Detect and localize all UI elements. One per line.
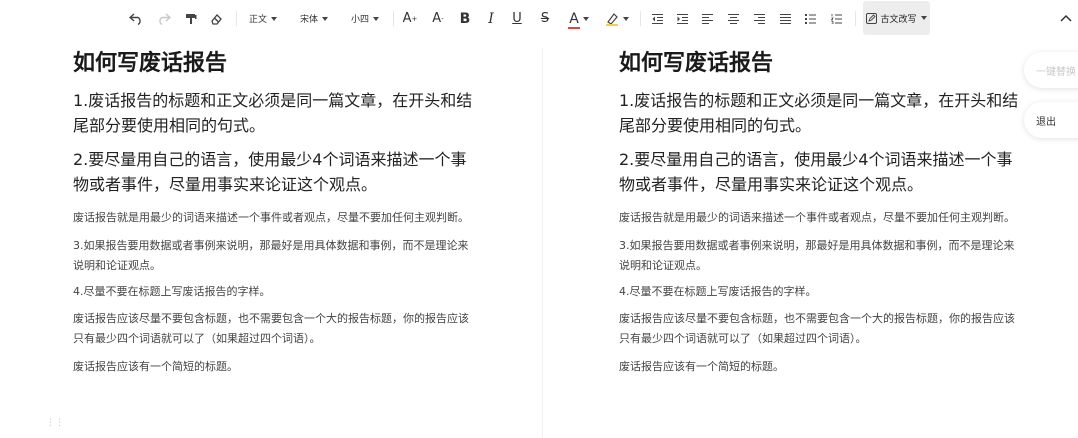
heading-point-1: 1.废话报告的标题和正文必须是同一篇文章，在开头和结尾部分要使用相同的句式。 xyxy=(73,91,473,135)
strikethrough-button[interactable]: S xyxy=(535,0,555,37)
original-document[interactable]: 如何写废话报告 1.废话报告的标题和正文必须是同一篇文章，在开头和结尾部分要使用… xyxy=(73,48,473,377)
ancient-rewrite-label: 古文改写 xyxy=(880,14,917,25)
bulleted-list-icon[interactable] xyxy=(801,0,819,37)
toolbar-separator xyxy=(640,11,641,26)
heading-point-2: 2.要尽量用自己的语言，使用最少4个词语来描述一个事物或者事件，尽量用事实来论证… xyxy=(619,150,1013,194)
font-family-select[interactable]: 宋体 xyxy=(293,0,335,37)
font-size-value: 小四 xyxy=(350,15,369,25)
font-color-button[interactable]: A xyxy=(564,0,594,37)
underline-icon: U xyxy=(512,11,522,26)
edit-document-icon xyxy=(866,12,878,24)
paragraph: 3.如果报告要用数据或者事例来说明，那最好是用具体数据和事例，而不是理论来说明和… xyxy=(619,239,1015,272)
indent-decrease-icon[interactable] xyxy=(648,0,666,37)
toolbar-separator xyxy=(855,11,856,26)
one-click-replace-button[interactable]: 一键替换 xyxy=(1024,52,1078,88)
align-left-icon[interactable] xyxy=(698,0,716,37)
bold-button[interactable]: B xyxy=(455,0,475,37)
align-right-icon[interactable] xyxy=(750,0,768,37)
paragraph: 4.尽量不要在标题上写废话报告的字样。 xyxy=(619,285,817,298)
chevron-down-icon xyxy=(623,16,629,21)
indent-increase-icon[interactable] xyxy=(673,0,691,37)
paragraph: 废话报告应该尽量不要包含标题，也不需要包含一个大的报告标题，你的报告应该只有最少… xyxy=(619,312,1015,345)
italic-button[interactable]: I xyxy=(481,0,501,37)
align-justify-icon[interactable] xyxy=(776,0,794,37)
drag-handle-icon[interactable]: ⋮⋮ xyxy=(46,418,64,428)
toolbar-separator xyxy=(393,11,394,26)
clear-format-icon[interactable] xyxy=(206,0,226,37)
redo-icon[interactable] xyxy=(154,0,174,37)
heading-point-1: 1.废话报告的标题和正文必须是同一篇文章，在开头和结尾部分要使用相同的句式。 xyxy=(619,91,1019,135)
ancient-rewrite-button[interactable]: 古文改写 xyxy=(863,1,930,35)
document-title: 如何写废话报告 xyxy=(73,51,228,76)
align-center-icon[interactable] xyxy=(724,0,742,37)
paragraph: 3.如果报告要用数据或者事例来说明，那最好是用具体数据和事例，而不是理论来说明和… xyxy=(73,239,469,272)
highlight-button[interactable] xyxy=(602,0,632,37)
decrease-font-button[interactable]: A- xyxy=(428,0,448,37)
chevron-down-icon xyxy=(373,16,379,21)
chevron-down-icon xyxy=(271,16,277,21)
strikethrough-icon: S xyxy=(540,11,550,26)
decrease-font-icon: A xyxy=(432,11,442,26)
toolbar-separator xyxy=(236,11,237,26)
paragraph: 废话报告就是用最少的词语来描述一个事件或者观点，尽量不要加任何主观判断。 xyxy=(619,211,1015,224)
numbered-list-icon[interactable] xyxy=(827,0,845,37)
paragraph: 废话报告应该尽量不要包含标题，也不需要包含一个大的报告标题，你的报告应该只有最少… xyxy=(73,312,469,345)
underline-button[interactable]: U xyxy=(507,0,527,37)
chevron-down-icon xyxy=(582,16,589,21)
one-click-replace-label: 一键替换 xyxy=(1036,66,1076,78)
font-color-swatch xyxy=(568,26,580,29)
bold-icon: B xyxy=(459,10,471,27)
chevron-down-icon xyxy=(920,16,927,20)
chevron-up-icon xyxy=(1060,14,1072,22)
increase-font-icon: A xyxy=(402,11,412,26)
editor-toolbar: 正文 宋体 小四 A + A- B I U S A 古文改写 xyxy=(0,0,1078,37)
paragraph-style-value: 正文 xyxy=(248,15,267,25)
exit-button[interactable]: 退出 xyxy=(1024,102,1078,138)
heading-point-2: 2.要尽量用自己的语言，使用最少4个词语来描述一个事物或者事件，尽量用事实来论证… xyxy=(73,150,467,194)
rewritten-document[interactable]: 如何写废话报告 1.废话报告的标题和正文必须是同一篇文章，在开头和结尾部分要使用… xyxy=(619,48,1019,377)
collapse-toolbar-button[interactable] xyxy=(1056,8,1076,28)
increase-font-button[interactable]: A + xyxy=(400,0,420,37)
font-color-icon: A xyxy=(569,10,579,27)
font-size-select[interactable]: 小四 xyxy=(344,0,386,37)
paragraph: 4.尽量不要在标题上写废话报告的字样。 xyxy=(73,285,271,298)
chevron-down-icon xyxy=(322,16,328,21)
paragraph: 废话报告应该有一个简短的标题。 xyxy=(73,360,238,373)
highlighter-icon xyxy=(606,12,618,26)
format-painter-icon[interactable] xyxy=(181,0,201,37)
font-family-value: 宋体 xyxy=(299,15,318,25)
paragraph: 废话报告就是用最少的词语来描述一个事件或者观点，尽量不要加任何主观判断。 xyxy=(73,211,469,224)
exit-label: 退出 xyxy=(1036,116,1056,128)
paragraph: 废话报告应该有一个简短的标题。 xyxy=(619,360,784,373)
document-title: 如何写废话报告 xyxy=(619,51,774,76)
paragraph-style-select[interactable]: 正文 xyxy=(243,0,283,37)
pane-divider[interactable] xyxy=(542,48,543,438)
undo-icon[interactable] xyxy=(126,0,146,37)
italic-icon: I xyxy=(488,10,494,27)
